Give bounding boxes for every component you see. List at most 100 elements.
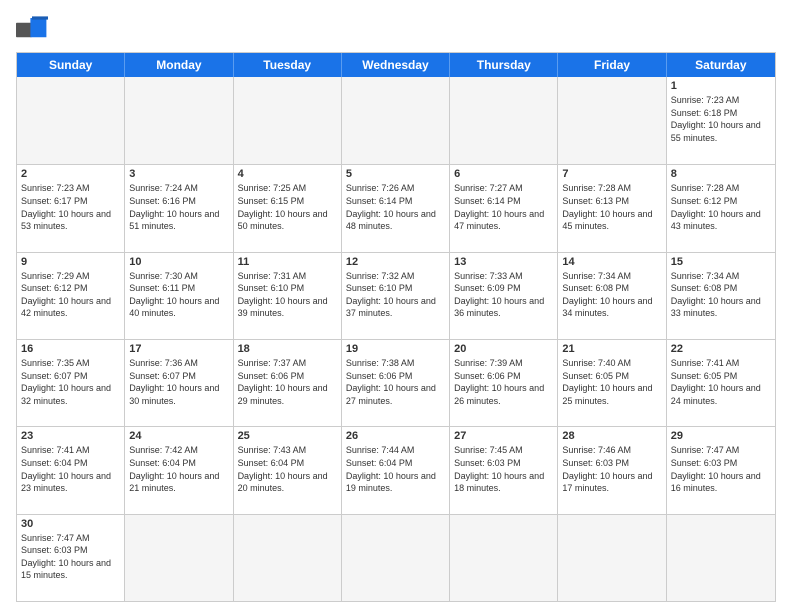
calendar-header: SundayMondayTuesdayWednesdayThursdayFrid… bbox=[17, 53, 775, 77]
day-number: 2 bbox=[21, 168, 120, 180]
calendar-week-2: 9 Sunrise: 7:29 AMSunset: 6:12 PMDaylight… bbox=[17, 252, 775, 339]
day-number: 26 bbox=[346, 430, 445, 442]
calendar-day-28: 28 Sunrise: 7:46 AMSunset: 6:03 PMDayligh… bbox=[558, 427, 666, 513]
calendar-day-29: 29 Sunrise: 7:47 AMSunset: 6:03 PMDayligh… bbox=[667, 427, 775, 513]
calendar-day-16: 16 Sunrise: 7:35 AMSunset: 6:07 PMDayligh… bbox=[17, 340, 125, 426]
calendar-day-8: 8Sunrise: 7:28 AMSunset: 6:12 PMDaylight… bbox=[667, 165, 775, 251]
day-info: Sunrise: 7:28 AMSunset: 6:12 PMDaylight:… bbox=[671, 182, 771, 232]
day-info: Sunrise: 7:34 AMSunset: 6:08 PMDaylight:… bbox=[562, 270, 661, 320]
calendar-body: 1Sunrise: 7:23 AMSunset: 6:18 PMDaylight… bbox=[17, 77, 775, 601]
calendar-day-2: 2 Sunrise: 7:23 AMSunset: 6:17 PMDaylight… bbox=[17, 165, 125, 251]
calendar-week-3: 16 Sunrise: 7:35 AMSunset: 6:07 PMDayligh… bbox=[17, 339, 775, 426]
day-number: 21 bbox=[562, 343, 661, 355]
day-info: Sunrise: 7:44 AMSunset: 6:04 PMDaylight:… bbox=[346, 444, 445, 494]
calendar-day-empty-5-6 bbox=[667, 515, 775, 601]
calendar-day-empty-0-4 bbox=[450, 77, 558, 164]
calendar-day-11: 11Sunrise: 7:31 AMSunset: 6:10 PMDayligh… bbox=[234, 253, 342, 339]
day-number: 23 bbox=[21, 430, 120, 442]
calendar-day-empty-0-1 bbox=[125, 77, 233, 164]
calendar-day-empty-0-0 bbox=[17, 77, 125, 164]
day-info: Sunrise: 7:39 AMSunset: 6:06 PMDaylight:… bbox=[454, 357, 553, 407]
day-info: Sunrise: 7:28 AMSunset: 6:13 PMDaylight:… bbox=[562, 182, 661, 232]
day-number: 6 bbox=[454, 168, 553, 180]
calendar-day-empty-0-5 bbox=[558, 77, 666, 164]
calendar-day-10: 10 Sunrise: 7:30 AMSunset: 6:11 PMDayligh… bbox=[125, 253, 233, 339]
day-info: Sunrise: 7:41 AMSunset: 6:04 PMDaylight:… bbox=[21, 444, 120, 494]
calendar-day-13: 13 Sunrise: 7:33 AMSunset: 6:09 PMDayligh… bbox=[450, 253, 558, 339]
calendar-day-12: 12 Sunrise: 7:32 AMSunset: 6:10 PMDayligh… bbox=[342, 253, 450, 339]
day-info: Sunrise: 7:25 AMSunset: 6:15 PMDaylight:… bbox=[238, 182, 337, 232]
day-info: Sunrise: 7:24 AMSunset: 6:16 PMDaylight:… bbox=[129, 182, 228, 232]
day-info: Sunrise: 7:23 AMSunset: 6:17 PMDaylight:… bbox=[21, 182, 120, 232]
day-number: 28 bbox=[562, 430, 661, 442]
calendar-day-30: 30 Sunrise: 7:47 AMSunset: 6:03 PMDayligh… bbox=[17, 515, 125, 601]
calendar-day-20: 20 Sunrise: 7:39 AMSunset: 6:06 PMDayligh… bbox=[450, 340, 558, 426]
day-info: Sunrise: 7:34 AMSunset: 6:08 PMDaylight:… bbox=[671, 270, 771, 320]
day-info: Sunrise: 7:42 AMSunset: 6:04 PMDaylight:… bbox=[129, 444, 228, 494]
calendar-day-empty-0-3 bbox=[342, 77, 450, 164]
day-number: 20 bbox=[454, 343, 553, 355]
calendar-day-empty-5-3 bbox=[342, 515, 450, 601]
weekday-header-friday: Friday bbox=[558, 53, 666, 77]
day-number: 16 bbox=[21, 343, 120, 355]
day-info: Sunrise: 7:26 AMSunset: 6:14 PMDaylight:… bbox=[346, 182, 445, 232]
day-number: 1 bbox=[671, 80, 771, 92]
calendar-day-21: 21 Sunrise: 7:40 AMSunset: 6:05 PMDayligh… bbox=[558, 340, 666, 426]
day-number: 3 bbox=[129, 168, 228, 180]
calendar-day-7: 7Sunrise: 7:28 AMSunset: 6:13 PMDaylight… bbox=[558, 165, 666, 251]
day-number: 22 bbox=[671, 343, 771, 355]
day-info: Sunrise: 7:32 AMSunset: 6:10 PMDaylight:… bbox=[346, 270, 445, 320]
page: SundayMondayTuesdayWednesdayThursdayFrid… bbox=[0, 0, 792, 612]
calendar-day-22: 22 Sunrise: 7:41 AMSunset: 6:05 PMDayligh… bbox=[667, 340, 775, 426]
day-number: 19 bbox=[346, 343, 445, 355]
day-info: Sunrise: 7:46 AMSunset: 6:03 PMDaylight:… bbox=[562, 444, 661, 494]
calendar-day-19: 19 Sunrise: 7:38 AMSunset: 6:06 PMDayligh… bbox=[342, 340, 450, 426]
day-info: Sunrise: 7:35 AMSunset: 6:07 PMDaylight:… bbox=[21, 357, 120, 407]
day-number: 10 bbox=[129, 256, 228, 268]
day-info: Sunrise: 7:47 AMSunset: 6:03 PMDaylight:… bbox=[21, 532, 120, 582]
calendar-day-4: 4 Sunrise: 7:25 AMSunset: 6:15 PMDaylight… bbox=[234, 165, 342, 251]
day-info: Sunrise: 7:41 AMSunset: 6:05 PMDaylight:… bbox=[671, 357, 771, 407]
day-number: 24 bbox=[129, 430, 228, 442]
day-number: 17 bbox=[129, 343, 228, 355]
calendar-week-0: 1Sunrise: 7:23 AMSunset: 6:18 PMDaylight… bbox=[17, 77, 775, 164]
day-number: 13 bbox=[454, 256, 553, 268]
day-number: 5 bbox=[346, 168, 445, 180]
generalblue-logo-icon bbox=[16, 16, 48, 44]
day-number: 15 bbox=[671, 256, 771, 268]
day-info: Sunrise: 7:29 AMSunset: 6:12 PMDaylight:… bbox=[21, 270, 120, 320]
day-info: Sunrise: 7:33 AMSunset: 6:09 PMDaylight:… bbox=[454, 270, 553, 320]
day-number: 29 bbox=[671, 430, 771, 442]
day-info: Sunrise: 7:38 AMSunset: 6:06 PMDaylight:… bbox=[346, 357, 445, 407]
header bbox=[16, 16, 776, 44]
calendar-day-17: 17Sunrise: 7:36 AMSunset: 6:07 PMDayligh… bbox=[125, 340, 233, 426]
day-info: Sunrise: 7:47 AMSunset: 6:03 PMDaylight:… bbox=[671, 444, 771, 494]
weekday-header-wednesday: Wednesday bbox=[342, 53, 450, 77]
calendar-day-9: 9 Sunrise: 7:29 AMSunset: 6:12 PMDaylight… bbox=[17, 253, 125, 339]
calendar-day-empty-5-2 bbox=[234, 515, 342, 601]
calendar-day-6: 6 Sunrise: 7:27 AMSunset: 6:14 PMDaylight… bbox=[450, 165, 558, 251]
day-number: 4 bbox=[238, 168, 337, 180]
calendar: SundayMondayTuesdayWednesdayThursdayFrid… bbox=[16, 52, 776, 602]
calendar-day-empty-0-2 bbox=[234, 77, 342, 164]
calendar-day-3: 3 Sunrise: 7:24 AMSunset: 6:16 PMDaylight… bbox=[125, 165, 233, 251]
day-info: Sunrise: 7:40 AMSunset: 6:05 PMDaylight:… bbox=[562, 357, 661, 407]
day-info: Sunrise: 7:30 AMSunset: 6:11 PMDaylight:… bbox=[129, 270, 228, 320]
weekday-header-sunday: Sunday bbox=[17, 53, 125, 77]
day-number: 9 bbox=[21, 256, 120, 268]
calendar-day-27: 27Sunrise: 7:45 AMSunset: 6:03 PMDayligh… bbox=[450, 427, 558, 513]
weekday-header-tuesday: Tuesday bbox=[234, 53, 342, 77]
calendar-day-empty-5-5 bbox=[558, 515, 666, 601]
weekday-header-saturday: Saturday bbox=[667, 53, 775, 77]
weekday-header-thursday: Thursday bbox=[450, 53, 558, 77]
day-number: 11 bbox=[238, 256, 337, 268]
day-number: 25 bbox=[238, 430, 337, 442]
day-number: 12 bbox=[346, 256, 445, 268]
day-number: 30 bbox=[21, 518, 120, 530]
calendar-day-15: 15 Sunrise: 7:34 AMSunset: 6:08 PMDayligh… bbox=[667, 253, 775, 339]
calendar-week-5: 30 Sunrise: 7:47 AMSunset: 6:03 PMDayligh… bbox=[17, 514, 775, 601]
day-info: Sunrise: 7:27 AMSunset: 6:14 PMDaylight:… bbox=[454, 182, 553, 232]
calendar-week-1: 2 Sunrise: 7:23 AMSunset: 6:17 PMDaylight… bbox=[17, 164, 775, 251]
weekday-header-monday: Monday bbox=[125, 53, 233, 77]
day-number: 14 bbox=[562, 256, 661, 268]
